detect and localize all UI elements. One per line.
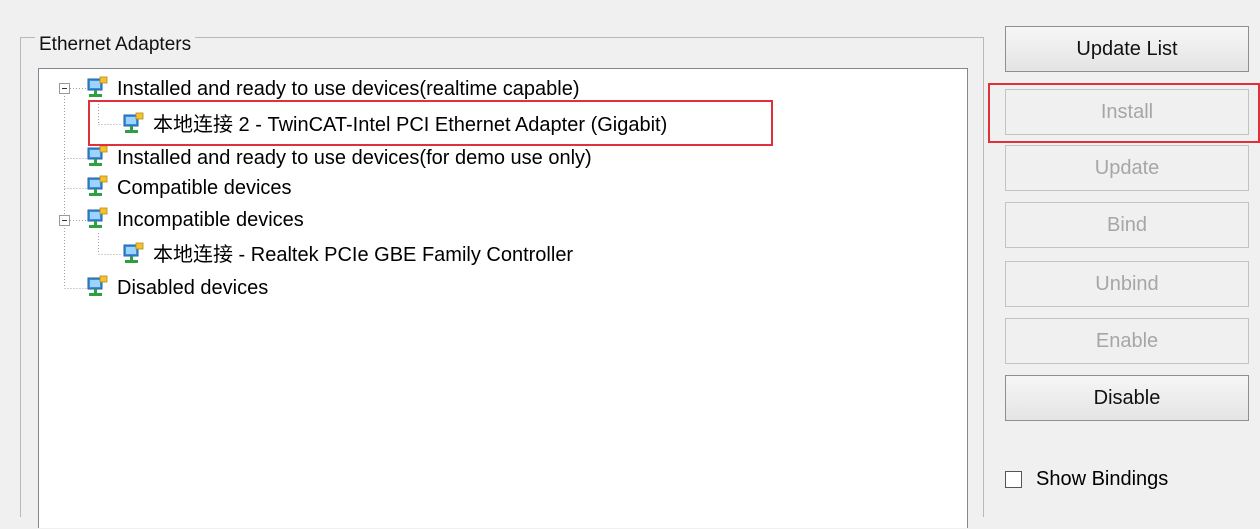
- bind-button[interactable]: Bind: [1005, 202, 1249, 248]
- tree-node-label: Disabled devices: [117, 277, 269, 299]
- tree-node-label: Installed and ready to use devices(realt…: [117, 78, 580, 100]
- show-bindings-checkbox[interactable]: [1005, 470, 1022, 488]
- update-list-button[interactable]: Update List: [1005, 26, 1249, 72]
- tree-node-incompatible[interactable]: Incompatible devices: [85, 205, 306, 235]
- collapse-toggle-incompatible[interactable]: [59, 215, 70, 226]
- group-title: Ethernet Adapters: [35, 34, 196, 56]
- network-adapter-icon: [87, 275, 108, 296]
- tree-node-compatible[interactable]: Compatible devices: [85, 173, 294, 203]
- show-bindings-label: Show Bindings: [1036, 468, 1169, 490]
- network-adapter-icon: [87, 76, 108, 97]
- tree-node-demo-use[interactable]: Installed and ready to use devices(for d…: [85, 143, 594, 173]
- tree-node-label: Incompatible devices: [117, 209, 304, 231]
- collapse-toggle-realtime[interactable]: [59, 83, 70, 94]
- install-button[interactable]: Install: [1005, 89, 1249, 135]
- network-adapter-icon: [87, 145, 108, 166]
- tree-node-label: Installed and ready to use devices(for d…: [117, 147, 592, 169]
- disable-button[interactable]: Disable: [1005, 375, 1249, 421]
- unbind-button[interactable]: Unbind: [1005, 261, 1249, 307]
- tree-node-disabled-devices[interactable]: Disabled devices: [85, 273, 270, 303]
- network-adapter-icon: [123, 242, 144, 263]
- update-button[interactable]: Update: [1005, 145, 1249, 191]
- tree-node-label: Compatible devices: [117, 177, 292, 199]
- highlight-box-twincat-adapter: [88, 100, 773, 146]
- tree-node-label: 本地连接 - Realtek PCIe GBE Family Controlle…: [153, 244, 574, 266]
- tree-node-realtek-adapter[interactable]: 本地连接 - Realtek PCIe GBE Family Controlle…: [121, 240, 575, 270]
- enable-button[interactable]: Enable: [1005, 318, 1249, 364]
- network-adapter-icon: [87, 175, 108, 196]
- show-bindings-option[interactable]: Show Bindings: [1005, 467, 1168, 491]
- network-adapter-icon: [87, 207, 108, 228]
